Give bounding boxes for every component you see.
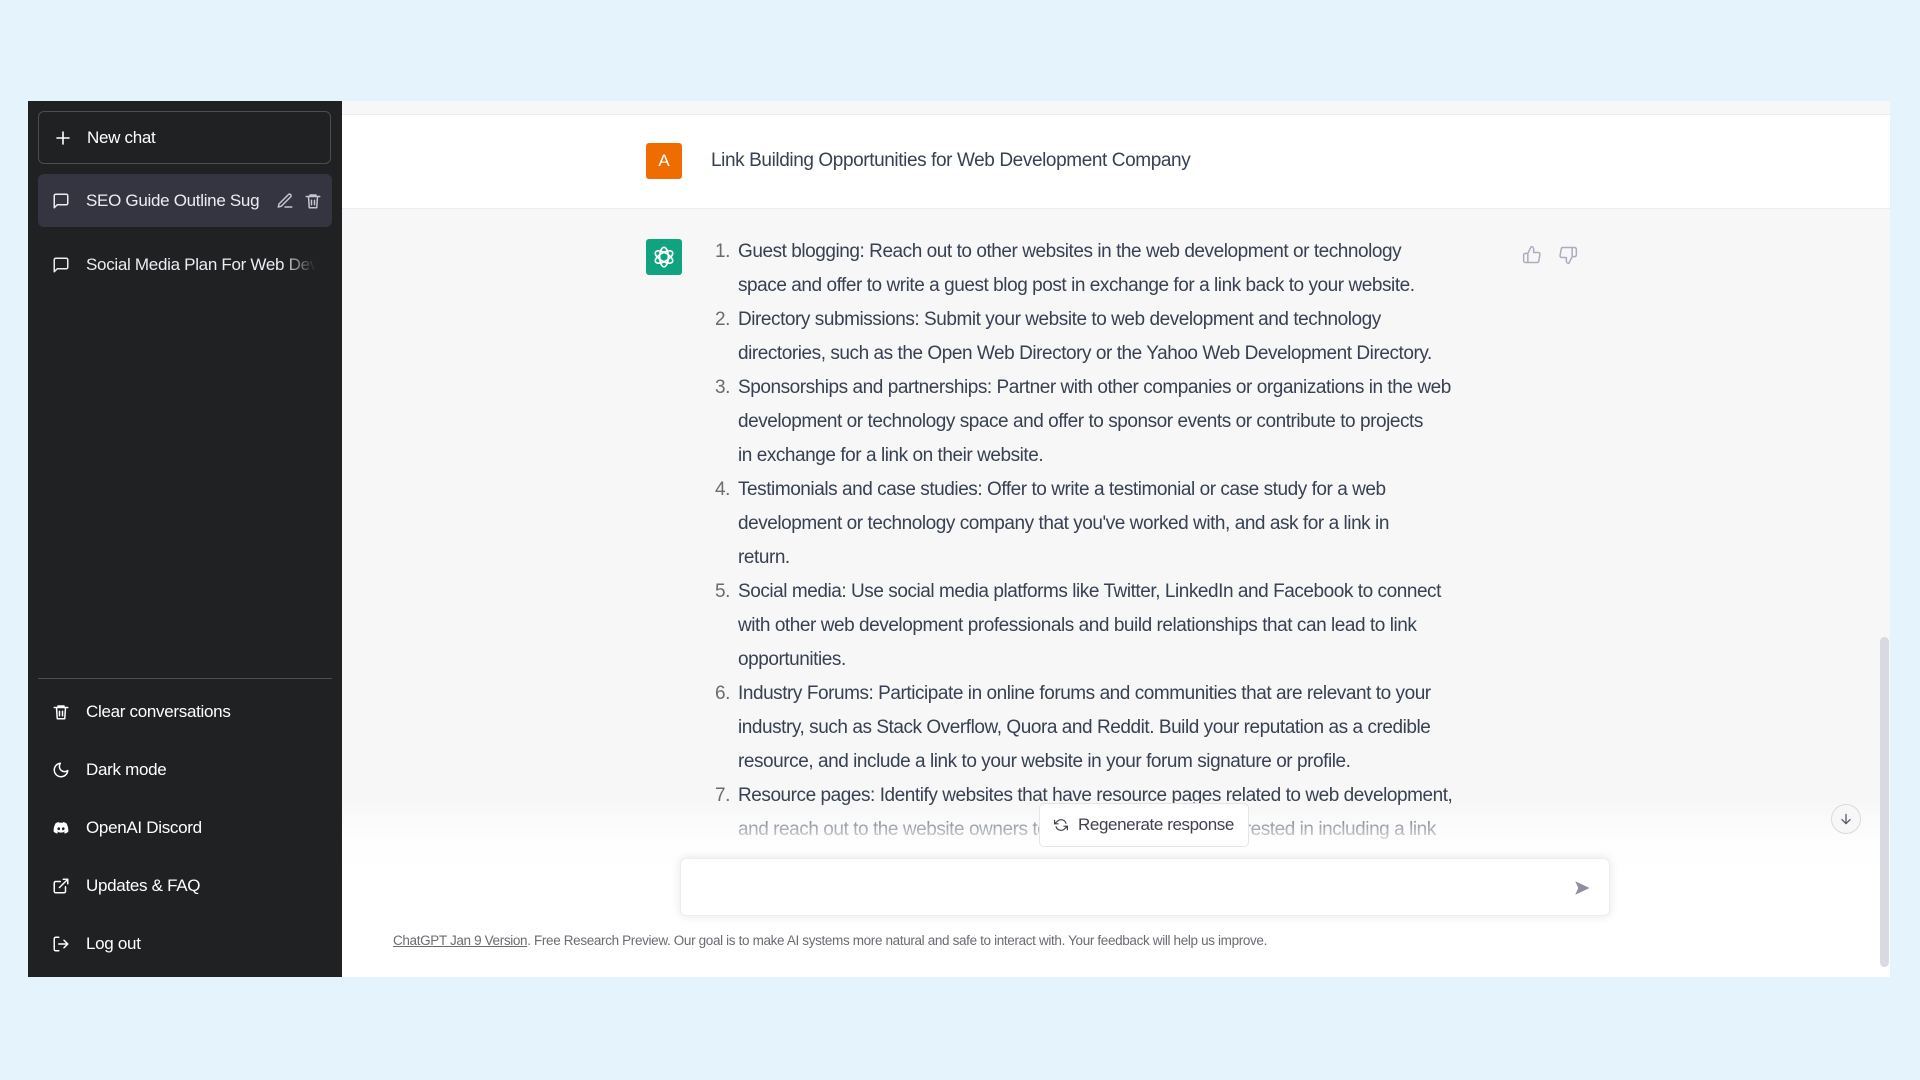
answer-item-text-line: space and offer to write a guest blog po…: [738, 275, 1415, 296]
message-input[interactable]: [697, 873, 1561, 905]
delete-trash-icon[interactable]: [304, 192, 322, 210]
dark-mode-label: Dark mode: [86, 760, 167, 779]
send-icon[interactable]: [1573, 879, 1591, 897]
answer-item-text-line: directories, such as the Open Web Direct…: [738, 343, 1432, 364]
edit-pencil-icon[interactable]: [276, 192, 294, 210]
answer-item-text-line: resource, and include a link to your web…: [738, 751, 1351, 772]
answer-item-text-line: development or technology space and offe…: [738, 411, 1423, 432]
answer-item: 6. Industry Forums: Participate in online…: [700, 677, 1480, 779]
regenerate-response-button[interactable]: Regenerate response: [1039, 803, 1249, 847]
arrow-down-icon: [1841, 813, 1851, 825]
answer-item: 5. Social media: Use social media platfor…: [700, 575, 1480, 677]
moon-icon: [53, 762, 69, 778]
external-link-icon: [53, 878, 69, 894]
clear-conversations-button[interactable]: Clear conversations: [38, 689, 332, 735]
openai-discord-link[interactable]: OpenAI Discord: [38, 805, 332, 851]
answer-item-text-line: industry, such as Stack Overflow, Quora …: [738, 717, 1431, 738]
version-link[interactable]: ChatGPT Jan 9 Version: [393, 933, 528, 948]
message-composer: [680, 858, 1610, 916]
answer-item-text-line: opportunities.: [738, 649, 846, 670]
answer-item: 3. Sponsorships and partnerships: Partner…: [700, 371, 1480, 473]
answer-item-number: 4.: [715, 479, 730, 500]
sidebar-divider: [38, 678, 332, 679]
thumbs-up-icon[interactable]: [1522, 245, 1542, 265]
answer-item-text-line: with other web development professionals…: [738, 615, 1417, 636]
log-out-button[interactable]: Log out: [38, 921, 332, 967]
answer-item-text-line: Social media: Use social media platforms…: [738, 581, 1441, 602]
answer-item-number: 3.: [715, 377, 730, 398]
footer-text: . Free Research Preview. Our goal is to …: [527, 933, 1267, 948]
answer-item-text-line: Industry Forums: Participate in online f…: [738, 683, 1431, 704]
conversation-item-seo-guide[interactable]: SEO Guide Outline Sug: [38, 174, 332, 227]
answer-item-text-line: development or technology company that y…: [738, 513, 1389, 534]
refresh-icon: [1054, 819, 1069, 831]
answer-item: 1. Guest blogging: Reach out to other web…: [700, 235, 1480, 303]
scrollbar-thumb[interactable]: [1880, 637, 1889, 967]
log-out-label: Log out: [86, 934, 141, 953]
trash-icon: [53, 705, 69, 720]
answer-item-text-line: return.: [738, 547, 790, 568]
sidebar: New chat SEO Guide Outline Sug Social Me…: [28, 101, 342, 977]
answer-item-text-line: Testimonials and case studies: Offer to …: [738, 479, 1386, 500]
answer-item-number: 5.: [715, 581, 730, 602]
user-message-text: Link Building Opportunities for Web Deve…: [711, 150, 1191, 171]
chat-main: A Link Building Opportunities for Web De…: [342, 101, 1890, 977]
updates-faq-label: Updates & FAQ: [86, 876, 201, 895]
clear-conversations-label: Clear conversations: [86, 702, 231, 721]
regenerate-response-label: Regenerate response: [1078, 815, 1234, 834]
thumbs-down-icon[interactable]: [1558, 245, 1578, 265]
conversation-title: SEO Guide Outline Sug: [86, 190, 260, 210]
conversation-item-social-media-plan[interactable]: Social Media Plan For Web Dev: [38, 238, 332, 291]
new-chat-button[interactable]: New chat: [38, 111, 331, 164]
chatgpt-logo-icon: [646, 239, 682, 275]
assistant-answer-list: 1. Guest blogging: Reach out to other web…: [700, 235, 1480, 847]
answer-item-text-line: Directory submissions: Submit your websi…: [738, 309, 1381, 330]
logout-icon: [53, 936, 69, 952]
plus-icon: [56, 130, 70, 145]
new-chat-label: New chat: [87, 127, 156, 147]
feedback-buttons: [1522, 245, 1578, 265]
user-avatar: A: [646, 143, 682, 179]
footer-disclaimer: ChatGPT Jan 9 Version. Free Research Pre…: [342, 933, 1318, 948]
answer-item: 2. Directory submissions: Submit your web…: [700, 303, 1480, 371]
discord-icon: [53, 822, 69, 834]
answer-item-number: 6.: [715, 683, 730, 704]
answer-item: 4. Testimonials and case studies: Offer t…: [700, 473, 1480, 575]
scroll-to-bottom-button[interactable]: [1831, 804, 1861, 834]
chatgpt-window: New chat SEO Guide Outline Sug Social Me…: [28, 101, 1890, 977]
answer-item-number: 1.: [715, 241, 730, 262]
answer-item-text-line: Guest blogging: Reach out to other websi…: [738, 241, 1402, 262]
answer-item-text-line: Sponsorships and partnerships: Partner w…: [738, 377, 1451, 398]
answer-item-text-line: in exchange for a link on their website.: [738, 445, 1044, 466]
answer-item-number: 2.: [715, 309, 730, 330]
top-strip: [342, 101, 1890, 115]
updates-faq-link[interactable]: Updates & FAQ: [38, 863, 332, 909]
user-message-row: A Link Building Opportunities for Web De…: [342, 115, 1890, 209]
dark-mode-button[interactable]: Dark mode: [38, 747, 332, 793]
conversation-title: Social Media Plan For Web Dev: [86, 254, 316, 274]
chat-bubble-icon: [53, 193, 69, 208]
openai-discord-label: OpenAI Discord: [86, 818, 202, 837]
chat-bubble-icon: [53, 257, 69, 272]
